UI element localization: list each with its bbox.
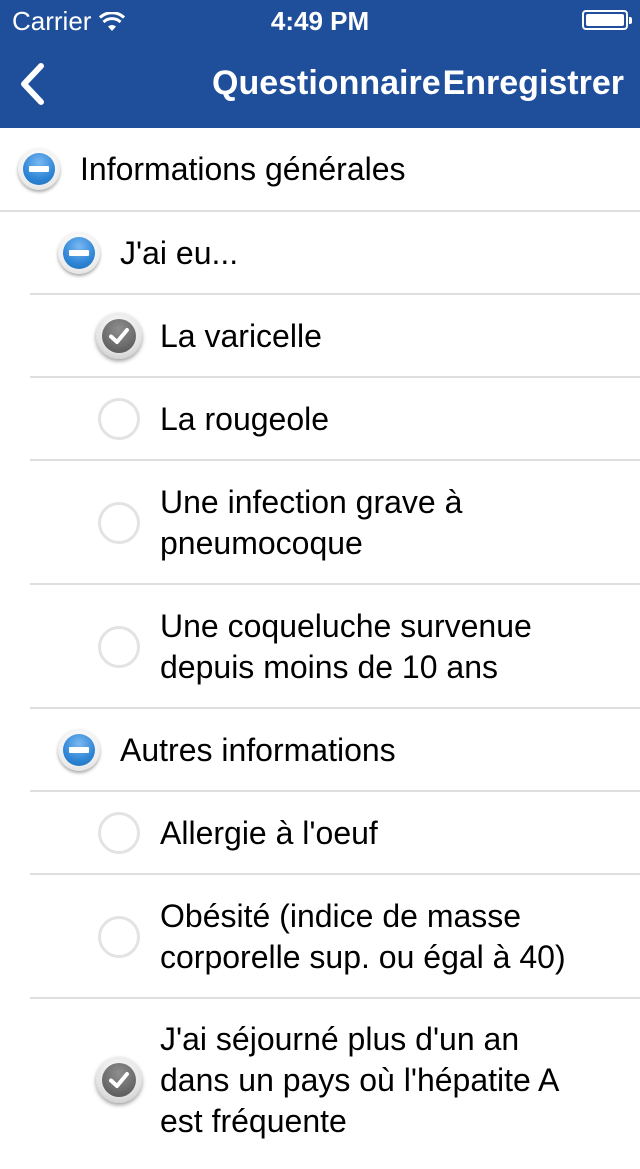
collapse-minus-icon[interactable] [18, 148, 60, 190]
item-label: La rougeole [160, 401, 330, 437]
item-label-line2: depuis moins de 10 ans [160, 649, 498, 685]
battery-icon [582, 10, 632, 30]
page-title: Questionnaire [212, 64, 441, 102]
unchecked-circle-icon[interactable] [98, 626, 140, 668]
status-bar: Carrier 4:49 PM [0, 0, 640, 40]
questionnaire-list: Informations générales J'ai eu... La var… [0, 128, 640, 1169]
item-label-line1: Une infection grave à [160, 484, 463, 520]
item-label-line2: corporelle sup. ou égal à 40) [160, 939, 566, 975]
navigation-bar: Questionnaire Enregistrer [0, 40, 640, 128]
checkmark-icon[interactable] [96, 313, 142, 359]
unchecked-circle-icon[interactable] [98, 916, 140, 958]
chevron-left-icon [21, 63, 44, 105]
subsection-header-had[interactable]: J'ai eu... [30, 212, 640, 295]
list-item-varicelle[interactable]: La varicelle [30, 295, 640, 378]
checkmark-icon[interactable] [96, 1057, 142, 1103]
item-label-line1: J'ai séjourné plus d'un an [160, 1021, 520, 1057]
list-item-hepatite-a[interactable]: J'ai séjourné plus d'un an dans un pays … [30, 999, 640, 1169]
back-button[interactable] [10, 60, 54, 108]
save-button[interactable]: Enregistrer [443, 64, 624, 103]
list-item-rougeole[interactable]: La rougeole [30, 378, 640, 461]
list-item-obesite[interactable]: Obésité (indice de masse corporelle sup.… [30, 875, 640, 999]
section-label: Informations générales [80, 151, 406, 187]
item-label-line2: dans un pays où l'hépatite A [160, 1062, 560, 1098]
item-label: La varicelle [160, 318, 322, 354]
item-label: Allergie à l'oeuf [160, 815, 378, 851]
collapse-minus-icon[interactable] [58, 232, 100, 274]
list-item-pneumocoque[interactable]: Une infection grave à pneumocoque [30, 461, 640, 585]
unchecked-circle-icon[interactable] [98, 812, 140, 854]
item-label-line1: Une coqueluche survenue [160, 608, 532, 644]
unchecked-circle-icon[interactable] [98, 398, 140, 440]
subsection-header-other[interactable]: Autres informations [30, 709, 640, 792]
subsection-label: Autres informations [120, 732, 396, 768]
unchecked-circle-icon[interactable] [98, 502, 140, 544]
list-item-coqueluche[interactable]: Une coqueluche survenue depuis moins de … [30, 585, 640, 709]
app-header: Carrier 4:49 PM Questionnaire Enregistre… [0, 0, 640, 128]
list-item-allergie-oeuf[interactable]: Allergie à l'oeuf [30, 792, 640, 875]
item-label-line2: pneumocoque [160, 525, 363, 561]
section-header-general[interactable]: Informations générales [0, 128, 640, 212]
status-time: 4:49 PM [270, 6, 370, 36]
collapse-minus-icon[interactable] [58, 729, 100, 771]
subsection-label: J'ai eu... [120, 235, 239, 271]
item-label-line1: Obésité (indice de masse [160, 898, 522, 934]
